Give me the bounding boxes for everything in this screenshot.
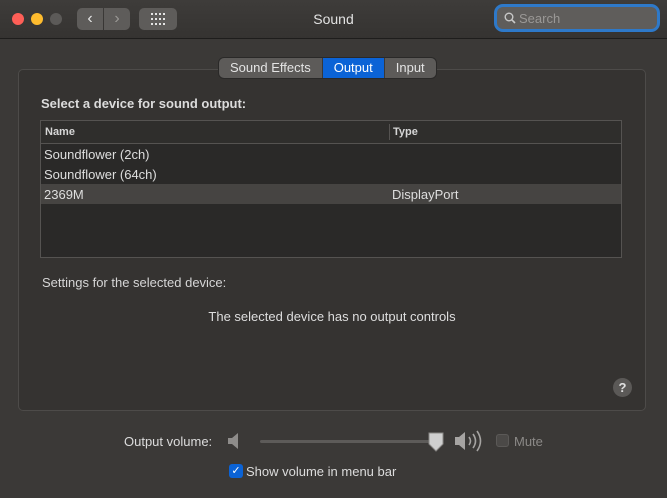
search-field[interactable] [497, 7, 657, 29]
output-volume-label: Output volume: [124, 434, 213, 449]
help-button[interactable]: ? [613, 378, 632, 397]
device-type: DisplayPort [392, 187, 459, 202]
mute-label: Mute [514, 434, 543, 449]
tab-input[interactable]: Input [385, 58, 436, 78]
mute-checkbox[interactable] [496, 434, 509, 447]
column-divider [389, 124, 390, 140]
title-bar: ‹ › Sound [0, 0, 667, 39]
table-row[interactable]: Soundflower (2ch) [41, 144, 621, 164]
device-name: Soundflower (2ch) [44, 147, 150, 162]
search-input[interactable] [519, 7, 651, 29]
speaker-low-icon [228, 433, 238, 449]
device-table[interactable]: Name Type Soundflower (2ch) Soundflower … [40, 120, 622, 258]
output-volume-slider[interactable] [260, 440, 440, 443]
show-volume-label: Show volume in menu bar [246, 464, 397, 479]
output-heading: Select a device for sound output: [41, 96, 247, 111]
column-header-name[interactable]: Name [45, 126, 75, 138]
volume-slider-knob[interactable] [428, 432, 444, 452]
table-row[interactable]: Soundflower (64ch) [41, 164, 621, 184]
tab-bar: Sound Effects Output Input [219, 58, 436, 78]
settings-label: Settings for the selected device: [42, 275, 227, 290]
table-header: Name Type [41, 121, 621, 144]
tab-sound-effects[interactable]: Sound Effects [219, 58, 323, 78]
speaker-high-icon [455, 430, 482, 452]
search-icon [504, 12, 516, 24]
device-name: 2369M [44, 187, 84, 202]
show-volume-checkbox[interactable]: ✓ [229, 464, 243, 478]
tab-output[interactable]: Output [322, 58, 385, 78]
no-controls-message: The selected device has no output contro… [208, 309, 456, 324]
device-name: Soundflower (64ch) [44, 167, 157, 182]
column-header-type[interactable]: Type [393, 126, 418, 138]
checkmark-icon: ✓ [231, 465, 241, 477]
table-row-selected[interactable]: 2369M DisplayPort [41, 184, 621, 204]
